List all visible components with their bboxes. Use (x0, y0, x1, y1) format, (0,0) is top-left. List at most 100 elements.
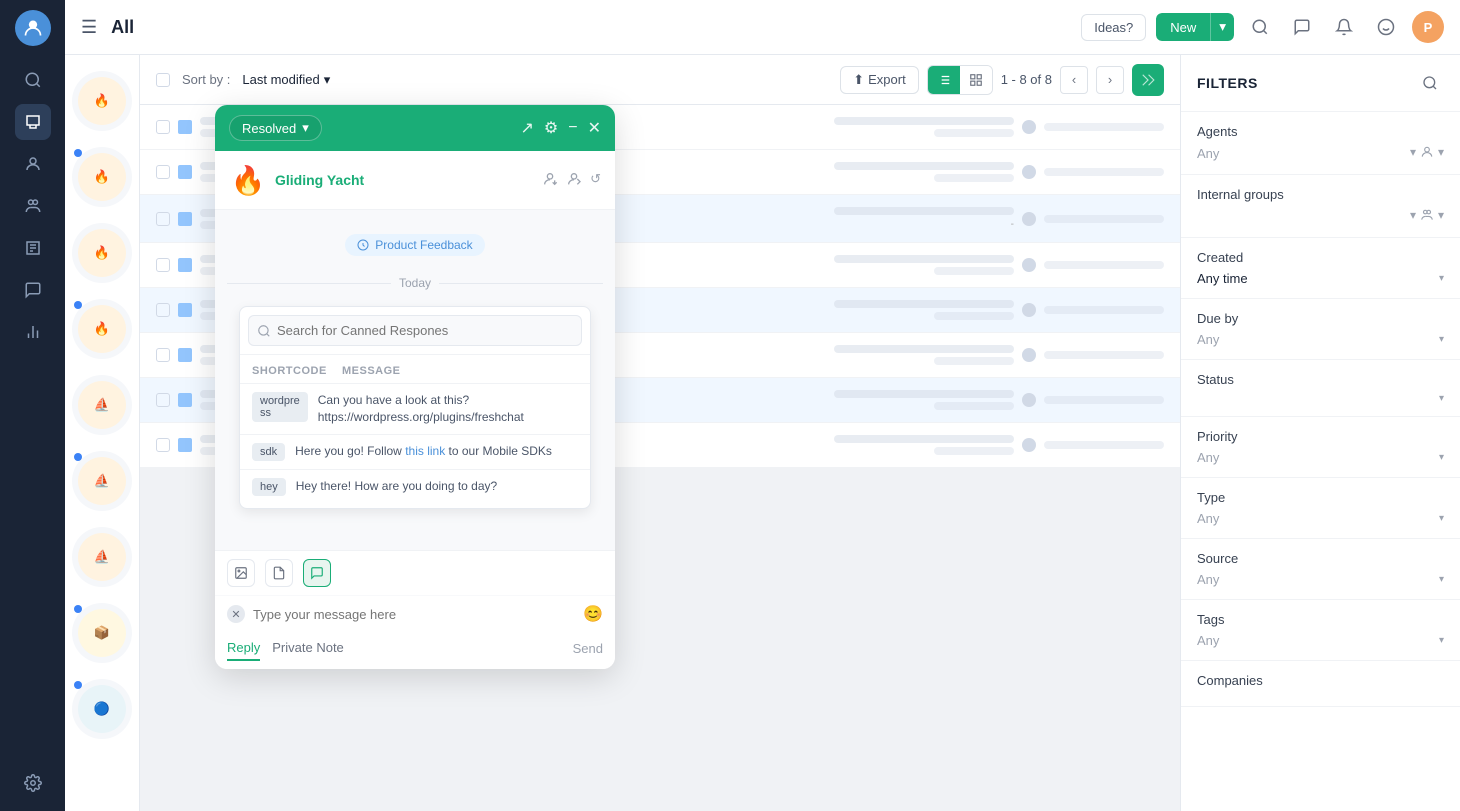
sidebar-icon-chat[interactable] (15, 272, 51, 308)
agents-chevron2-icon[interactable]: ▾ (1438, 145, 1444, 162)
due-by-row: Any ▾ (1197, 332, 1444, 347)
ideas-button[interactable]: Ideas? (1081, 14, 1146, 41)
agents-filter: Agents Any ▾ ▾ (1181, 112, 1460, 175)
canned-tool-button[interactable] (303, 559, 331, 587)
status-label: Status (1197, 372, 1444, 387)
created-chevron-icon[interactable]: ▾ (1439, 273, 1444, 284)
priority-chevron-icon[interactable]: ▾ (1439, 452, 1444, 463)
canned-search-input[interactable] (248, 315, 582, 346)
end-button[interactable] (1132, 64, 1164, 96)
list-item[interactable]: 🔥 (72, 71, 132, 131)
sidebar-icon-inbox[interactable] (15, 104, 51, 140)
contact-name[interactable]: Gliding Yacht (275, 172, 364, 188)
sort-value[interactable]: Last modified ▾ (242, 72, 330, 88)
prev-page-button[interactable]: ‹ (1060, 66, 1088, 94)
sidebar (0, 0, 65, 811)
row-checkbox[interactable] (156, 165, 170, 179)
agents-chevron-icon[interactable]: ▾ (1410, 145, 1416, 162)
list-item[interactable]: 🔥 (72, 147, 132, 207)
created-value[interactable]: Any time (1197, 271, 1248, 286)
view-toggle (927, 65, 993, 95)
transfer-icon[interactable] (566, 171, 582, 190)
external-link-icon[interactable]: ↗ (521, 118, 534, 138)
type-value[interactable]: Any (1197, 511, 1219, 526)
source-row: Any ▾ (1197, 572, 1444, 587)
filter-search-button[interactable] (1416, 69, 1444, 97)
tags-chevron-icon[interactable]: ▾ (1439, 635, 1444, 646)
row-checkbox[interactable] (156, 438, 170, 452)
list-item[interactable]: 🔥 (72, 223, 132, 283)
clear-input-button[interactable]: ✕ (227, 605, 245, 623)
resolved-badge[interactable]: Resolved ▾ (229, 115, 322, 141)
source-value[interactable]: Any (1197, 572, 1219, 587)
send-button[interactable]: Send (573, 641, 603, 656)
row-checkbox[interactable] (156, 212, 170, 226)
list-item[interactable]: ⛵ (72, 527, 132, 587)
tab-reply[interactable]: Reply (227, 636, 260, 661)
bell-icon-button[interactable] (1328, 11, 1360, 43)
emoji-button[interactable]: 😊 (583, 604, 603, 624)
priority-value[interactable]: Any (1197, 450, 1219, 465)
row-checkbox[interactable] (156, 393, 170, 407)
sidebar-icon-settings[interactable] (15, 765, 51, 801)
minimize-icon[interactable]: − (568, 119, 577, 137)
row-checkbox[interactable] (156, 303, 170, 317)
grid-view-button[interactable] (960, 66, 992, 94)
list-item[interactable]: ⛵ (72, 375, 132, 435)
tags-value[interactable]: Any (1197, 633, 1219, 648)
agents-value[interactable]: Any (1197, 146, 1219, 161)
hamburger-icon[interactable]: ☰ (81, 17, 97, 38)
chat-message-input[interactable] (253, 607, 575, 622)
source-chevron-icon[interactable]: ▾ (1439, 574, 1444, 585)
groups-chevron2-icon[interactable]: ▾ (1438, 208, 1444, 225)
sidebar-icon-search[interactable] (15, 62, 51, 98)
search-icon-button[interactable] (1244, 11, 1276, 43)
assign-icon[interactable] (542, 171, 558, 190)
list-item[interactable]: ⛵ (72, 451, 132, 511)
export-button[interactable]: ⬆ Export (840, 66, 918, 94)
sidebar-icon-docs[interactable] (15, 230, 51, 266)
due-by-chevron-icon[interactable]: ▾ (1439, 334, 1444, 345)
select-all-checkbox[interactable] (156, 73, 170, 87)
chat-icon-button[interactable] (1286, 11, 1318, 43)
source-filter: Source Any ▾ (1181, 539, 1460, 600)
sidebar-icon-contacts[interactable] (15, 146, 51, 182)
list-item[interactable]: 🔥 (72, 299, 132, 359)
chat-header-icons: ↗ ⚙ − ✕ (521, 118, 602, 138)
new-dropdown-button[interactable]: ▾ (1210, 13, 1234, 41)
list-item[interactable]: 🔵 (72, 679, 132, 739)
refresh-icon[interactable]: ↺ (590, 171, 601, 190)
canned-item[interactable]: wordpress Can you have a look at this? h… (240, 383, 590, 434)
row-checkbox[interactable] (156, 348, 170, 362)
agents-person-icon[interactable] (1420, 145, 1434, 162)
shortcode-badge: sdk (252, 443, 285, 461)
close-icon[interactable]: ✕ (588, 118, 601, 138)
status-chevron-icon[interactable]: ▾ (1439, 393, 1444, 404)
canned-item[interactable]: hey Hey there! How are you doing to day? (240, 469, 590, 504)
groups-chevron-icon[interactable]: ▾ (1410, 208, 1416, 225)
document-tool-button[interactable] (265, 559, 293, 587)
created-filter: Created Any time ▾ (1181, 238, 1460, 299)
sidebar-icon-reports[interactable] (15, 314, 51, 350)
due-by-value[interactable]: Any (1197, 332, 1219, 347)
source-label: Source (1197, 551, 1444, 566)
user-avatar[interactable]: P (1412, 11, 1444, 43)
list-item[interactable]: 📦 (72, 603, 132, 663)
sidebar-icon-groups[interactable] (15, 188, 51, 224)
next-page-button[interactable]: › (1096, 66, 1124, 94)
canned-responses-popup: SHORTCODE MESSAGE wordpress Can you have… (239, 306, 591, 509)
settings-icon[interactable]: ⚙ (544, 118, 558, 138)
tab-private-note[interactable]: Private Note (272, 636, 344, 661)
image-tool-button[interactable] (227, 559, 255, 587)
profile-icon-button[interactable] (1370, 11, 1402, 43)
resolved-chevron-icon: ▾ (302, 120, 309, 136)
groups-person-icon[interactable] (1420, 208, 1434, 225)
app-logo[interactable] (15, 10, 51, 46)
tags-label: Tags (1197, 612, 1444, 627)
canned-item[interactable]: sdk Here you go! Follow this link to our… (240, 434, 590, 469)
list-view-button[interactable] (928, 66, 960, 94)
row-checkbox[interactable] (156, 120, 170, 134)
row-checkbox[interactable] (156, 258, 170, 272)
type-chevron-icon[interactable]: ▾ (1439, 513, 1444, 524)
new-button[interactable]: New (1156, 13, 1210, 41)
